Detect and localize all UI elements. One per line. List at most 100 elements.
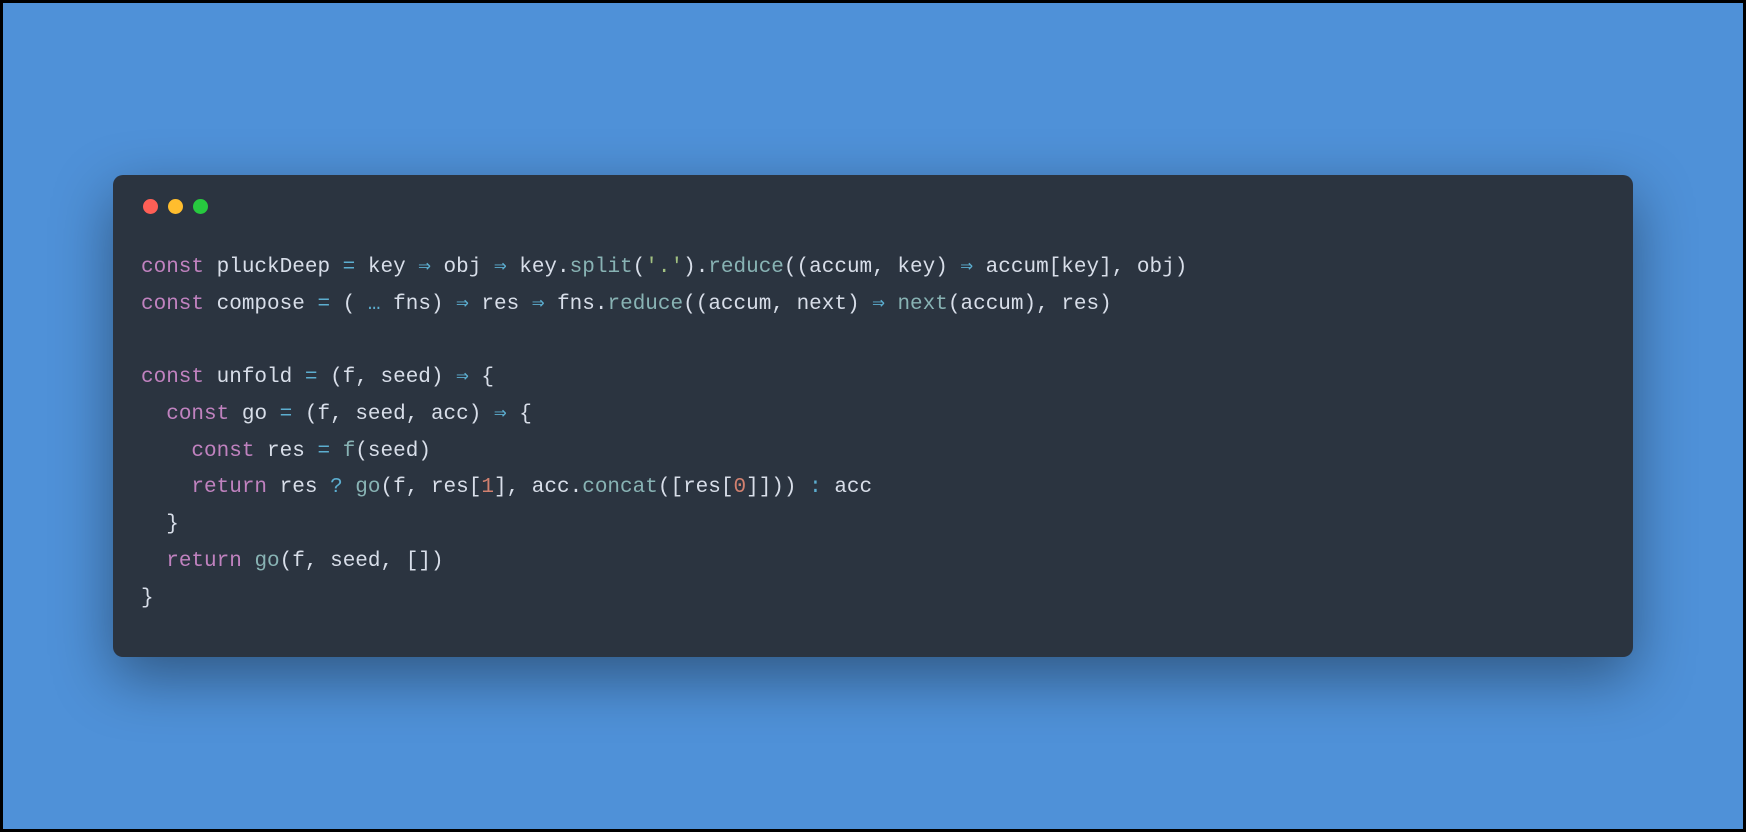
code-token: obj [1137,256,1175,279]
code-token: res [267,440,317,463]
code-token: res [481,293,531,316]
code-content[interactable]: const pluckDeep = key ⇒ obj ⇒ key.split(… [141,250,1605,618]
code-token: ) [469,403,494,426]
code-token: { [481,366,494,389]
code-token: accum [960,293,1023,316]
code-token [141,440,191,463]
code-token: ( [948,293,961,316]
code-token: go [254,550,279,573]
code-token: acc [834,476,872,499]
code-token: acc [431,403,469,426]
code-token: ])) [759,476,797,499]
code-token: , [872,256,897,279]
code-token: accum [986,256,1049,279]
code-token: acc [532,476,570,499]
code-token: go [355,476,380,499]
code-token: ) [935,256,960,279]
window-zoom-icon[interactable] [193,199,208,214]
code-token: f [343,366,356,389]
code-token: , [355,366,380,389]
code-token: ( [343,293,368,316]
code-token: key [368,256,418,279]
code-token: next [897,293,947,316]
code-token: } [141,513,179,536]
code-token: seed [355,403,405,426]
code-token: accum [708,293,771,316]
code-token: ) [1099,293,1112,316]
code-token: ) [1024,293,1037,316]
code-token: ] [746,476,759,499]
code-token: ( [330,366,343,389]
code-token: res [431,476,469,499]
code-token: seed [330,550,380,573]
code-token: concat [582,476,658,499]
code-token: ( [355,440,368,463]
code-token: '.' [645,256,683,279]
code-token: (( [683,293,708,316]
code-token: [ [721,476,734,499]
code-token: : [797,476,835,499]
code-token: res [683,476,721,499]
code-token: next [797,293,847,316]
code-token: ⇒ [494,403,519,426]
code-token: key [519,256,557,279]
code-token: seed [381,366,431,389]
code-token: , [771,293,796,316]
code-token: [ [469,476,482,499]
code-token: , [406,403,431,426]
code-token: ⇒ [872,293,897,316]
code-token: res [280,476,330,499]
window-close-icon[interactable] [143,199,158,214]
code-token: key [1061,256,1099,279]
code-token [141,476,191,499]
code-token: return [166,550,254,573]
code-token [141,403,166,426]
code-token: [ [1049,256,1062,279]
code-token: , [305,550,330,573]
code-token: ) [431,293,456,316]
code-token: ? [330,476,355,499]
code-token: res [1061,293,1099,316]
code-token: = [317,440,342,463]
code-token: , [330,403,355,426]
code-token: key [897,256,935,279]
code-token: f [317,403,330,426]
code-token: accum [809,256,872,279]
code-token: . [595,293,608,316]
code-token: compose [217,293,318,316]
code-token: f [393,476,406,499]
code-token: ] [1099,256,1112,279]
code-token: , [1036,293,1061,316]
code-token: , [1112,256,1137,279]
code-token: ( [305,403,318,426]
code-token: { [519,403,532,426]
code-token: ) [431,366,456,389]
code-token: ) [683,256,696,279]
code-token: f [292,550,305,573]
code-token: , [381,550,406,573]
code-token: f [343,440,356,463]
code-token: ( [280,550,293,573]
code-token: … [368,293,393,316]
window-minimize-icon[interactable] [168,199,183,214]
code-token: . [570,476,583,499]
code-token: const [141,256,217,279]
code-token: const [141,293,217,316]
code-token: ⇒ [494,256,519,279]
code-token: , [406,476,431,499]
code-token: const [141,366,217,389]
code-token: ⇒ [418,256,443,279]
code-token: seed [368,440,418,463]
code-token [141,550,166,573]
code-token: fns [557,293,595,316]
code-token: = [317,293,342,316]
code-token: ⇒ [960,256,985,279]
code-token: ) [1175,256,1188,279]
code-token: (( [784,256,809,279]
code-token: ) [847,293,872,316]
code-token: split [570,256,633,279]
code-token: return [191,476,279,499]
code-token: ⇒ [456,293,481,316]
code-token: ⇒ [532,293,557,316]
code-token: const [166,403,242,426]
